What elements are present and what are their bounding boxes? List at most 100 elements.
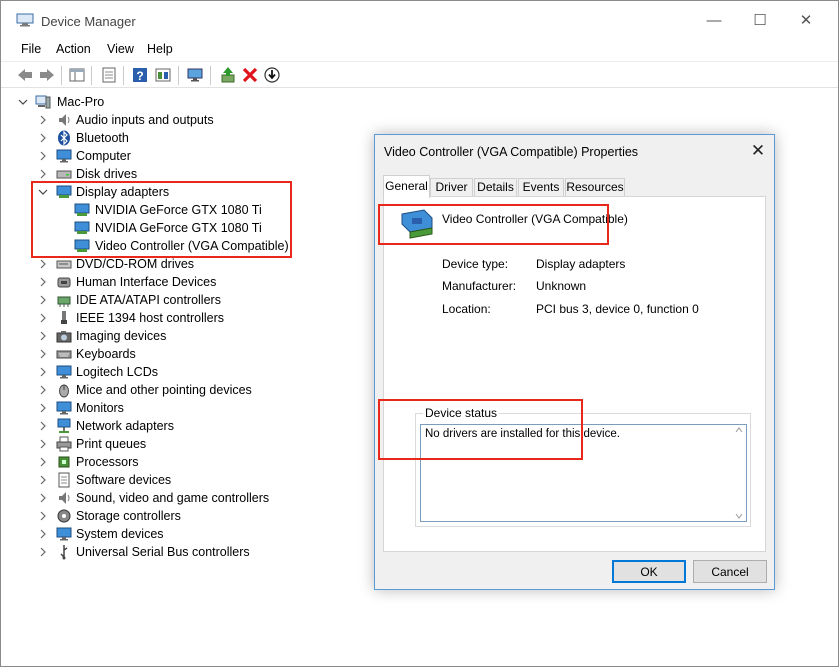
tree-item-sound[interactable]: Sound, video and game controllers bbox=[1, 489, 301, 507]
tree-item-storage[interactable]: Storage controllers bbox=[1, 507, 301, 525]
tree-item-label: Imaging devices bbox=[76, 329, 167, 343]
tab-events[interactable]: Events bbox=[518, 178, 564, 197]
menu-file[interactable]: File bbox=[21, 42, 41, 56]
tab-driver[interactable]: Driver bbox=[430, 178, 473, 197]
cancel-button[interactable]: Cancel bbox=[693, 560, 767, 583]
chevron-right-icon[interactable] bbox=[38, 295, 48, 305]
chevron-right-icon[interactable] bbox=[38, 421, 48, 431]
camera-icon bbox=[56, 331, 72, 343]
tree-item-label: System devices bbox=[76, 527, 164, 541]
tree-item-mice[interactable]: Mice and other pointing devices bbox=[1, 381, 301, 399]
status-scrollbar[interactable] bbox=[732, 425, 746, 521]
chevron-right-icon[interactable] bbox=[38, 367, 48, 377]
processor-icon bbox=[58, 456, 70, 468]
tree-item-nvidia-1[interactable]: NVIDIA GeForce GTX 1080 Ti bbox=[1, 201, 301, 219]
properties-dialog: Video Controller (VGA Compatible) Proper… bbox=[374, 134, 775, 590]
toolbar-separator bbox=[91, 66, 92, 85]
tree-item-video-controller[interactable]: Video Controller (VGA Compatible) bbox=[1, 237, 301, 255]
download-icon[interactable] bbox=[263, 66, 281, 84]
chevron-down-icon[interactable] bbox=[38, 187, 48, 197]
chevron-right-icon[interactable] bbox=[38, 133, 48, 143]
forward-icon[interactable] bbox=[38, 66, 56, 84]
ok-button[interactable]: OK bbox=[612, 560, 686, 583]
device-status-textbox[interactable]: No drivers are installed for this device… bbox=[420, 424, 747, 522]
dialog-close-button[interactable]: ✕ bbox=[747, 140, 769, 162]
chevron-right-icon[interactable] bbox=[38, 313, 48, 323]
chevron-right-icon[interactable] bbox=[38, 493, 48, 503]
tree-item-logitech-lcds[interactable]: Logitech LCDs bbox=[1, 363, 301, 381]
tree-item-imaging[interactable]: Imaging devices bbox=[1, 327, 301, 345]
chevron-down-icon[interactable] bbox=[735, 513, 743, 519]
tab-details[interactable]: Details bbox=[474, 178, 517, 197]
chevron-right-icon[interactable] bbox=[38, 115, 48, 125]
tree-item-nvidia-2[interactable]: NVIDIA GeForce GTX 1080 Ti bbox=[1, 219, 301, 237]
tree-item-dvd[interactable]: DVD/CD-ROM drives bbox=[1, 255, 301, 273]
back-icon[interactable] bbox=[16, 66, 34, 84]
chevron-right-icon[interactable] bbox=[38, 349, 48, 359]
device-status-group: Device status No drivers are installed f… bbox=[415, 406, 751, 527]
tree-item-label: Video Controller (VGA Compatible) bbox=[95, 239, 289, 253]
menu-help[interactable]: Help bbox=[147, 42, 173, 56]
show-hidden-icon[interactable] bbox=[154, 66, 172, 84]
tree-item-processors[interactable]: Processors bbox=[1, 453, 301, 471]
display-adapter-icon bbox=[74, 203, 90, 216]
chevron-right-icon[interactable] bbox=[38, 385, 48, 395]
show-hide-console-tree-icon[interactable] bbox=[68, 66, 86, 84]
usb-icon bbox=[60, 545, 68, 560]
toolbar-separator bbox=[61, 66, 62, 85]
chevron-right-icon[interactable] bbox=[38, 151, 48, 161]
menu-view[interactable]: View bbox=[107, 42, 134, 56]
device-type-label: Device type: bbox=[442, 257, 509, 271]
device-name: Video Controller (VGA Compatible) bbox=[442, 212, 628, 226]
tree-item-network[interactable]: Network adapters bbox=[1, 417, 301, 435]
minimize-button[interactable]: — bbox=[691, 1, 737, 33]
chevron-right-icon[interactable] bbox=[38, 169, 48, 179]
chevron-right-icon[interactable] bbox=[38, 439, 48, 449]
menu-action[interactable]: Action bbox=[56, 42, 91, 56]
help-icon[interactable]: ? bbox=[131, 66, 149, 84]
bluetooth-icon bbox=[58, 130, 70, 146]
monitor-icon[interactable] bbox=[186, 66, 204, 84]
chevron-right-icon[interactable] bbox=[38, 331, 48, 341]
general-tab-panel: Video Controller (VGA Compatible) Device… bbox=[378, 196, 766, 552]
tree-item-monitors[interactable]: Monitors bbox=[1, 399, 301, 417]
tree-item-label: Display adapters bbox=[76, 185, 170, 199]
tree-item-hid[interactable]: Human Interface Devices bbox=[1, 273, 301, 291]
update-driver-icon[interactable] bbox=[219, 66, 237, 84]
chevron-right-icon[interactable] bbox=[38, 529, 48, 539]
tree-item-audio[interactable]: Audio inputs and outputs bbox=[1, 111, 301, 129]
chevron-down-icon[interactable] bbox=[18, 97, 28, 107]
close-button[interactable]: ✕ bbox=[783, 1, 829, 33]
tree-item-label: Software devices bbox=[76, 473, 172, 487]
toolbar-separator bbox=[178, 66, 179, 85]
chevron-right-icon[interactable] bbox=[38, 547, 48, 557]
tree-item-software-devices[interactable]: Software devices bbox=[1, 471, 301, 489]
network-adapter-icon bbox=[57, 418, 71, 433]
tree-item-ide[interactable]: IDE ATA/ATAPI controllers bbox=[1, 291, 301, 309]
tree-item-usb[interactable]: Universal Serial Bus controllers bbox=[1, 543, 301, 561]
tree-item-print-queues[interactable]: Print queues bbox=[1, 435, 301, 453]
chevron-right-icon[interactable] bbox=[38, 259, 48, 269]
uninstall-icon[interactable] bbox=[241, 66, 259, 84]
tree-item-computer[interactable]: Computer bbox=[1, 147, 301, 165]
tab-resources[interactable]: Resources bbox=[565, 178, 625, 197]
tree-item-label: NVIDIA GeForce GTX 1080 Ti bbox=[95, 203, 262, 217]
toolbar-separator bbox=[210, 66, 211, 85]
tree-item-keyboards[interactable]: Keyboards bbox=[1, 345, 301, 363]
chevron-right-icon[interactable] bbox=[38, 457, 48, 467]
chevron-up-icon[interactable] bbox=[735, 427, 743, 433]
chevron-right-icon[interactable] bbox=[38, 403, 48, 413]
chevron-right-icon[interactable] bbox=[38, 475, 48, 485]
tab-general[interactable]: General bbox=[383, 175, 430, 198]
device-status-text: No drivers are installed for this device… bbox=[425, 428, 620, 440]
maximize-button[interactable]: ☐ bbox=[737, 1, 783, 33]
tree-root[interactable]: Mac-Pro bbox=[1, 93, 301, 111]
tree-item-bluetooth[interactable]: Bluetooth bbox=[1, 129, 301, 147]
properties-icon[interactable] bbox=[100, 66, 118, 84]
tree-item-system-devices[interactable]: System devices bbox=[1, 525, 301, 543]
tree-item-ieee1394[interactable]: IEEE 1394 host controllers bbox=[1, 309, 301, 327]
chevron-right-icon[interactable] bbox=[38, 277, 48, 287]
tree-item-display-adapters[interactable]: Display adapters bbox=[1, 183, 301, 201]
tree-item-disk-drives[interactable]: Disk drives bbox=[1, 165, 301, 183]
chevron-right-icon[interactable] bbox=[38, 511, 48, 521]
